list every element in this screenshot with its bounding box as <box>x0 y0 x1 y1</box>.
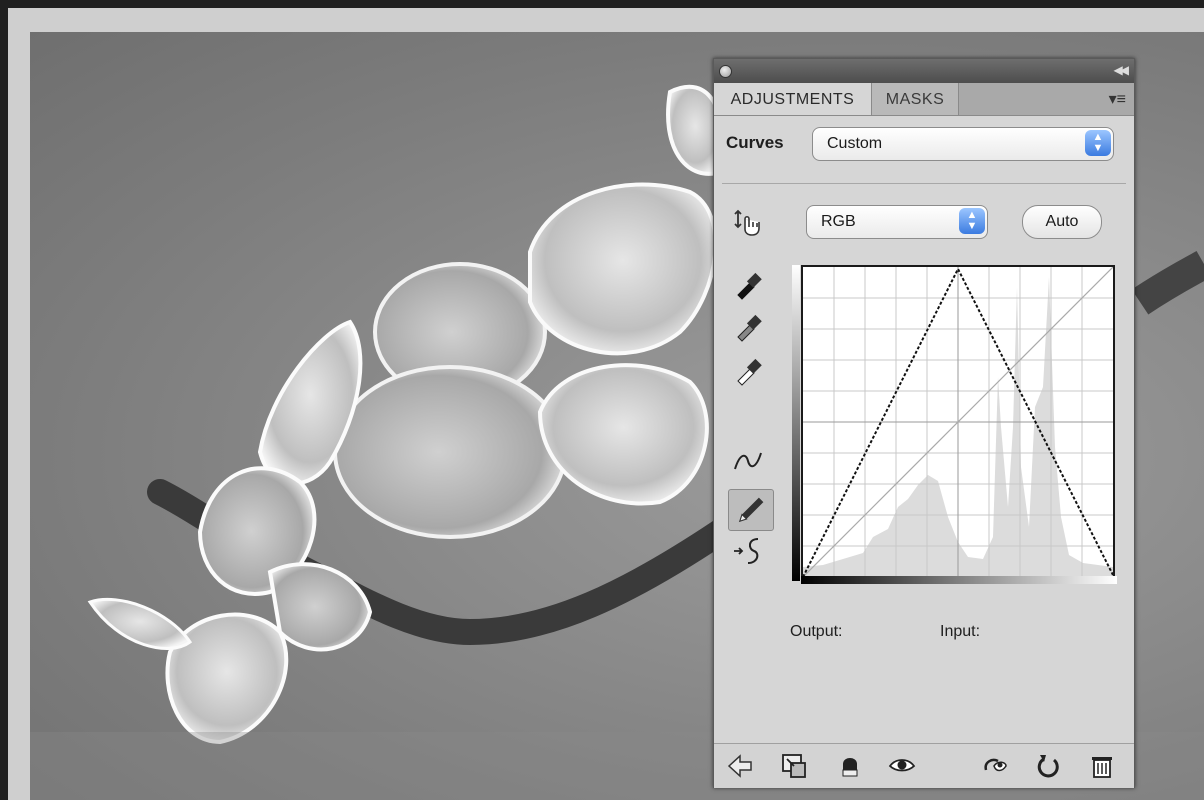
previous-state-icon[interactable] <box>980 752 1008 780</box>
output-label: Output: <box>790 623 843 640</box>
dropdown-arrows-icon: ▲ ▼ <box>1085 130 1111 156</box>
black-point-eyedropper-icon[interactable] <box>732 269 764 301</box>
gray-point-eyedropper-icon[interactable] <box>732 311 764 343</box>
expand-view-icon[interactable] <box>780 752 808 780</box>
adjustments-panel: ◀◀ ADJUSTMENTS MASKS ▾≡ Curves Custom ▲ ▼… <box>713 58 1135 788</box>
auto-button[interactable]: Auto <box>1022 205 1102 239</box>
curves-plot <box>802 266 1114 578</box>
input-label: Input: <box>940 623 981 640</box>
trash-icon[interactable] <box>1088 752 1116 780</box>
collapse-icon[interactable]: ◀◀ <box>1114 63 1130 77</box>
output-gradient-bar <box>792 265 800 581</box>
channel-dropdown[interactable]: RGB ▲ ▼ <box>806 205 988 239</box>
curves-graph[interactable] <box>801 265 1115 579</box>
panel-tabs: ADJUSTMENTS MASKS ▾≡ <box>714 83 1134 116</box>
divider <box>722 183 1126 184</box>
clip-to-layer-icon[interactable] <box>836 752 864 780</box>
panel-titlebar[interactable]: ◀◀ <box>714 59 1134 83</box>
on-image-adjust-icon[interactable] <box>730 207 762 239</box>
smooth-curve-icon[interactable] <box>732 535 764 567</box>
input-gradient-bar <box>801 576 1117 584</box>
tab-adjustments[interactable]: ADJUSTMENTS <box>714 83 872 115</box>
reset-icon[interactable] <box>1034 752 1062 780</box>
panel-menu-icon[interactable]: ▾≡ <box>1109 89 1126 109</box>
adjustment-type-label: Curves <box>726 133 784 152</box>
back-arrow-icon[interactable] <box>726 752 754 780</box>
panel-bottom-toolbar <box>714 743 1134 788</box>
pencil-draw-icon[interactable] <box>728 489 774 531</box>
close-icon[interactable] <box>719 65 732 78</box>
preset-value: Custom <box>827 135 883 152</box>
tab-masks[interactable]: MASKS <box>872 83 959 115</box>
preset-dropdown[interactable]: Custom ▲ ▼ <box>812 127 1114 161</box>
white-point-eyedropper-icon[interactable] <box>732 355 764 387</box>
curve-point-icon[interactable] <box>732 445 764 477</box>
channel-value: RGB <box>821 213 856 230</box>
dropdown-arrows-icon: ▲ ▼ <box>959 208 985 234</box>
visibility-eye-icon[interactable] <box>888 752 916 780</box>
